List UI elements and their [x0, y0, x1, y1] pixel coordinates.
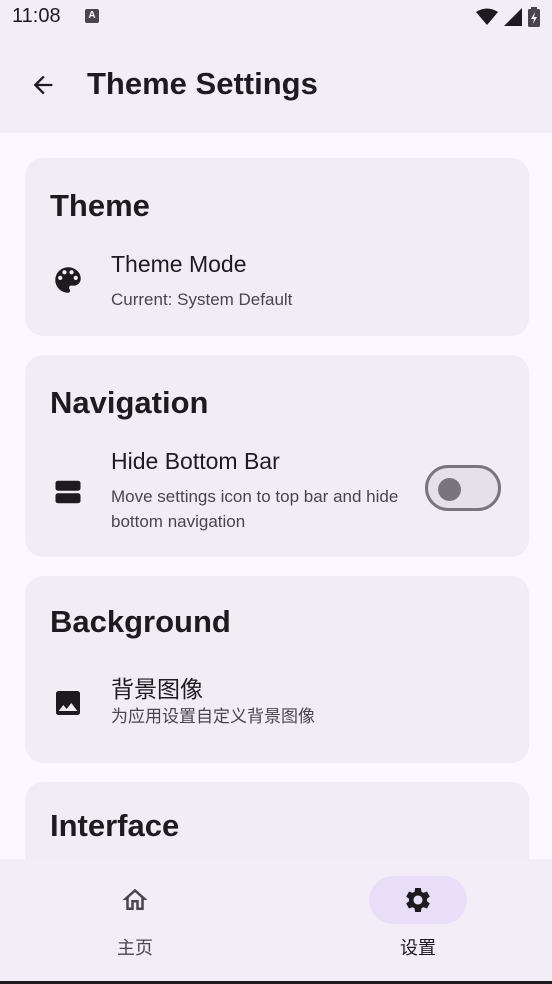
- status-icons: [476, 7, 540, 27]
- setting-label: Hide Bottom Bar: [111, 448, 280, 474]
- setting-description: Current: System Default: [111, 290, 293, 309]
- settings-content[interactable]: Theme Theme Mode Current: System Default…: [0, 133, 552, 859]
- image-icon: [51, 686, 85, 720]
- section-title-navigation: Navigation: [50, 385, 209, 420]
- view-agenda-icon: [51, 475, 85, 509]
- wifi-icon: [476, 8, 498, 25]
- nav-item-settings[interactable]: 设置: [368, 876, 468, 966]
- notification-a-icon: A: [85, 9, 99, 23]
- theme-mode-setting[interactable]: Theme Mode Current: System Default: [25, 248, 529, 328]
- back-button[interactable]: [22, 64, 64, 106]
- navigation-section-card: Navigation Hide Bottom Bar Move settings…: [25, 355, 529, 557]
- nav-label-settings: 设置: [400, 938, 436, 958]
- nav-item-home[interactable]: 主页: [85, 876, 185, 966]
- interface-section-card: Interface: [25, 782, 529, 859]
- background-section-card: Background 背景图像 为应用设置自定义背景图像: [25, 576, 529, 763]
- status-bar: 11:08 A: [0, 0, 552, 34]
- status-time: 11:08: [12, 5, 61, 27]
- page-title: Theme Settings: [87, 66, 318, 101]
- hide-bottom-bar-toggle[interactable]: [425, 465, 501, 511]
- top-app-bar: Theme Settings: [0, 34, 552, 133]
- nav-label-home: 主页: [117, 938, 153, 958]
- theme-section-card: Theme Theme Mode Current: System Default: [25, 158, 529, 336]
- palette-icon: [51, 263, 85, 297]
- signal-icon: [504, 8, 522, 26]
- battery-icon: [528, 7, 540, 27]
- toggle-thumb: [438, 478, 461, 501]
- setting-label: 背景图像: [111, 676, 203, 702]
- section-title-background: Background: [50, 604, 231, 639]
- background-image-setting[interactable]: 背景图像 为应用设置自定义背景图像: [25, 668, 529, 748]
- settings-icon: [403, 885, 433, 915]
- section-title-theme: Theme: [50, 188, 150, 223]
- section-title-interface: Interface: [50, 808, 180, 843]
- setting-description: 为应用设置自定义背景图像: [111, 707, 315, 726]
- arrow-back-icon: [33, 75, 53, 95]
- home-icon: [120, 885, 150, 915]
- setting-description: Move settings icon to top bar and hide b…: [111, 487, 399, 531]
- bottom-navigation-bar: 主页 设置: [0, 859, 552, 984]
- setting-label: Theme Mode: [111, 251, 247, 277]
